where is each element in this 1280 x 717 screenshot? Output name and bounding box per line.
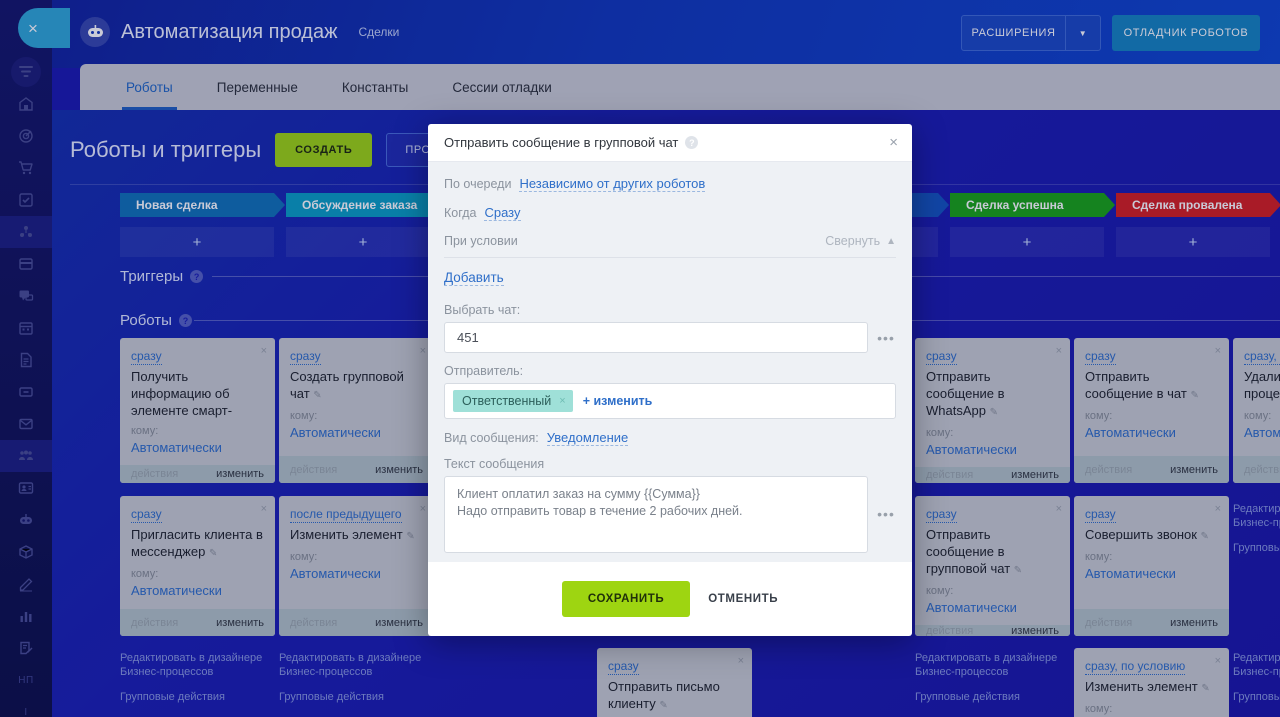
chat-field-group: Выбрать чат: 451 ••• bbox=[444, 303, 896, 353]
collapse-label: Свернуть bbox=[825, 234, 881, 248]
condition-label: При условии bbox=[444, 234, 518, 248]
message-more-icon[interactable]: ••• bbox=[876, 506, 896, 522]
chat-input[interactable]: 451 bbox=[444, 322, 868, 353]
sender-field-group: Отправитель: Ответственный × + изменить bbox=[444, 364, 896, 419]
message-text-input[interactable]: Клиент оплатил заказ на сумму {{Сумма}} … bbox=[444, 476, 868, 553]
message-type-row: Вид сообщения: Уведомление bbox=[444, 430, 896, 446]
modal-panel: По очереди Независимо от других роботов … bbox=[428, 162, 912, 562]
sender-input[interactable]: Ответственный × + изменить bbox=[444, 383, 896, 419]
modal-header: Отправить сообщение в групповой чат ? × bbox=[428, 124, 912, 162]
message-text-line1: Клиент оплатил заказ на сумму {{Сумма}} bbox=[457, 487, 700, 501]
queue-label: По очереди bbox=[444, 177, 512, 191]
close-icon[interactable]: × bbox=[559, 395, 565, 407]
modal-footer: СОХРАНИТЬ ОТМЕНИТЬ bbox=[428, 562, 912, 636]
chevron-up-icon: ▲ bbox=[886, 235, 896, 247]
modal-title: Отправить сообщение в групповой чат bbox=[444, 135, 679, 150]
chat-label: Выбрать чат: bbox=[444, 303, 521, 317]
sender-change-link[interactable]: + изменить bbox=[583, 394, 653, 408]
add-condition-row: Добавить bbox=[444, 269, 896, 287]
close-icon[interactable]: × bbox=[889, 134, 898, 151]
message-type-label: Вид сообщения: bbox=[444, 431, 539, 445]
collapse-toggle[interactable]: Свернуть ▲ bbox=[825, 234, 896, 248]
message-text-label: Текст сообщения bbox=[444, 457, 545, 471]
add-condition-link[interactable]: Добавить bbox=[444, 270, 504, 286]
send-group-chat-modal: Отправить сообщение в групповой чат ? × … bbox=[428, 124, 912, 636]
message-text-group: Текст сообщения Клиент оплатил заказ на … bbox=[444, 457, 896, 553]
condition-row: При условии Свернуть ▲ bbox=[444, 234, 896, 258]
sender-label: Отправитель: bbox=[444, 364, 524, 378]
cancel-button[interactable]: ОТМЕНИТЬ bbox=[708, 593, 778, 605]
queue-row: По очереди Независимо от других роботов bbox=[444, 176, 896, 192]
sender-chip-label: Ответственный bbox=[462, 394, 552, 408]
modal-body: По очереди Независимо от других роботов … bbox=[428, 162, 912, 562]
save-button[interactable]: СОХРАНИТЬ bbox=[561, 581, 691, 617]
when-label: Когда bbox=[444, 206, 477, 220]
message-type-value-link[interactable]: Уведомление bbox=[546, 430, 629, 446]
help-icon[interactable]: ? bbox=[685, 136, 699, 149]
when-value-link[interactable]: Сразу bbox=[484, 205, 521, 221]
sender-chip[interactable]: Ответственный × bbox=[453, 390, 573, 412]
when-row: Когда Сразу bbox=[444, 205, 896, 221]
chat-more-icon[interactable]: ••• bbox=[876, 330, 896, 346]
message-text-line2: Надо отправить товар в течение 2 рабочих… bbox=[457, 504, 743, 518]
queue-value-link[interactable]: Независимо от других роботов bbox=[519, 176, 706, 192]
